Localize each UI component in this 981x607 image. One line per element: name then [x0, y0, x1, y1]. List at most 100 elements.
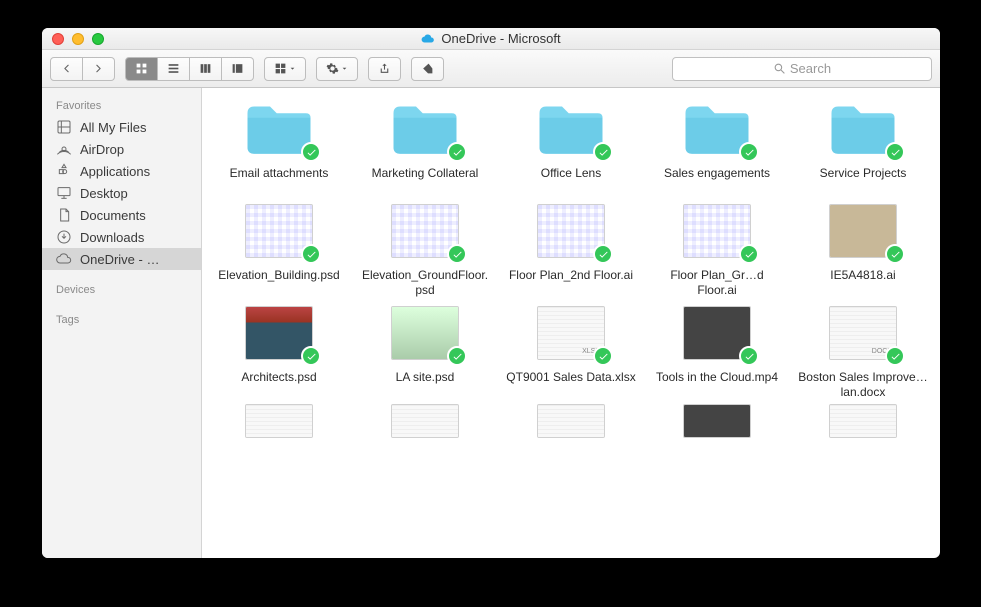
- file-name: Floor Plan_2nd Floor.ai: [509, 268, 633, 298]
- file-name: Floor Plan_Gr…d Floor.ai: [652, 268, 782, 298]
- folder-item[interactable]: Office Lens: [498, 98, 644, 196]
- check-icon: [744, 249, 755, 260]
- file-thumbnail: [245, 404, 313, 438]
- file-thumbnail: [683, 404, 751, 438]
- tags-button[interactable]: [411, 57, 444, 81]
- gallery-view-button[interactable]: [222, 57, 254, 81]
- folder-item[interactable]: Email attachments: [206, 98, 352, 196]
- sync-check-badge: [301, 244, 321, 264]
- file-name: Elevation_Building.psd: [218, 268, 339, 298]
- check-icon: [452, 351, 463, 362]
- file-item[interactable]: [352, 404, 498, 438]
- sync-check-badge: [885, 244, 905, 264]
- folder-item[interactable]: Marketing Collateral: [352, 98, 498, 196]
- chevron-down-icon: [340, 62, 349, 75]
- file-name: Service Projects: [820, 166, 907, 196]
- group-icon: [273, 62, 288, 75]
- downloads-icon: [56, 229, 72, 245]
- file-item[interactable]: Floor Plan_Gr…d Floor.ai: [644, 200, 790, 298]
- file-name: Marketing Collateral: [372, 166, 479, 196]
- sync-check-badge: [447, 244, 467, 264]
- list-view-button[interactable]: [158, 57, 190, 81]
- sidebar-item-all-my-files[interactable]: All My Files: [42, 116, 201, 138]
- sidebar-heading-favorites: Favorites: [42, 96, 201, 116]
- sidebar-item-downloads[interactable]: Downloads: [42, 226, 201, 248]
- file-item[interactable]: DOCXBoston Sales Improve…lan.docx: [790, 302, 936, 400]
- finder-window: OneDrive - Microsoft Search: [42, 28, 940, 558]
- check-icon: [598, 249, 609, 260]
- chevron-down-icon: [288, 62, 297, 75]
- documents-icon: [56, 207, 72, 223]
- applications-icon: [56, 163, 72, 179]
- check-icon: [744, 147, 755, 158]
- columns-icon: [198, 62, 213, 75]
- toolbar: Search: [42, 50, 940, 88]
- file-item[interactable]: Floor Plan_2nd Floor.ai: [498, 200, 644, 298]
- minimize-window-button[interactable]: [72, 33, 84, 45]
- sidebar-item-desktop[interactable]: Desktop: [42, 182, 201, 204]
- file-thumbnail: [391, 404, 459, 438]
- file-thumbnail: [537, 404, 605, 438]
- sync-check-badge: [739, 244, 759, 264]
- sidebar-heading-tags: Tags: [42, 310, 201, 330]
- folder-item[interactable]: Service Projects: [790, 98, 936, 196]
- icon-view-button[interactable]: [125, 57, 158, 81]
- tag-icon: [420, 62, 435, 75]
- view-buttons: [125, 57, 254, 81]
- sync-check-badge: [593, 244, 613, 264]
- sync-check-badge: [593, 346, 613, 366]
- close-window-button[interactable]: [52, 33, 64, 45]
- search-field[interactable]: Search: [672, 57, 932, 81]
- grid-icon: [134, 62, 149, 75]
- file-grid: Email attachments Marketing Collateral Off…: [202, 88, 940, 558]
- sidebar-item-airdrop[interactable]: AirDrop: [42, 138, 201, 160]
- sidebar-item-documents[interactable]: Documents: [42, 204, 201, 226]
- folder-item[interactable]: Sales engagements: [644, 98, 790, 196]
- file-item[interactable]: [206, 404, 352, 438]
- chevron-right-icon: [91, 62, 106, 75]
- check-icon: [306, 147, 317, 158]
- zoom-window-button[interactable]: [92, 33, 104, 45]
- file-name: Tools in the Cloud.mp4: [656, 370, 778, 400]
- share-button[interactable]: [368, 57, 401, 81]
- file-item[interactable]: [644, 404, 790, 438]
- titlebar: OneDrive - Microsoft: [42, 28, 940, 50]
- file-item[interactable]: [790, 404, 936, 438]
- check-icon: [598, 147, 609, 158]
- file-item[interactable]: Elevation_Building.psd: [206, 200, 352, 298]
- file-item[interactable]: LA site.psd: [352, 302, 498, 400]
- group-by-menu[interactable]: [264, 57, 306, 81]
- sidebar-item-onedrive[interactable]: OneDrive - …: [42, 248, 201, 270]
- sync-check-badge: [593, 142, 613, 162]
- file-item[interactable]: Elevation_GroundFloor.psd: [352, 200, 498, 298]
- airdrop-icon: [56, 141, 72, 157]
- sidebar-item-applications[interactable]: Applications: [42, 160, 201, 182]
- file-item[interactable]: XLSXQT9001 Sales Data.xlsx: [498, 302, 644, 400]
- column-view-button[interactable]: [190, 57, 222, 81]
- back-button[interactable]: [50, 57, 83, 81]
- file-item[interactable]: Tools in the Cloud.mp4: [644, 302, 790, 400]
- search-icon: [773, 62, 786, 75]
- desktop-icon: [56, 185, 72, 201]
- sync-check-badge: [447, 346, 467, 366]
- file-name: Office Lens: [541, 166, 601, 196]
- sync-check-badge: [447, 142, 467, 162]
- sync-check-badge: [301, 346, 321, 366]
- check-icon: [598, 351, 609, 362]
- sync-check-badge: [885, 346, 905, 366]
- check-icon: [306, 351, 317, 362]
- sync-check-badge: [885, 142, 905, 162]
- gallery-icon: [230, 62, 245, 75]
- file-item[interactable]: Architects.psd: [206, 302, 352, 400]
- action-menu[interactable]: [316, 57, 358, 81]
- chevron-left-icon: [59, 62, 74, 75]
- window-controls: [52, 33, 104, 45]
- file-name: Email attachments: [230, 166, 329, 196]
- file-name: Sales engagements: [664, 166, 770, 196]
- file-name: Boston Sales Improve…lan.docx: [798, 370, 928, 400]
- file-item[interactable]: IE5A4818.ai: [790, 200, 936, 298]
- file-name: IE5A4818.ai: [830, 268, 895, 298]
- file-item[interactable]: [498, 404, 644, 438]
- forward-button[interactable]: [83, 57, 115, 81]
- list-icon: [166, 62, 181, 75]
